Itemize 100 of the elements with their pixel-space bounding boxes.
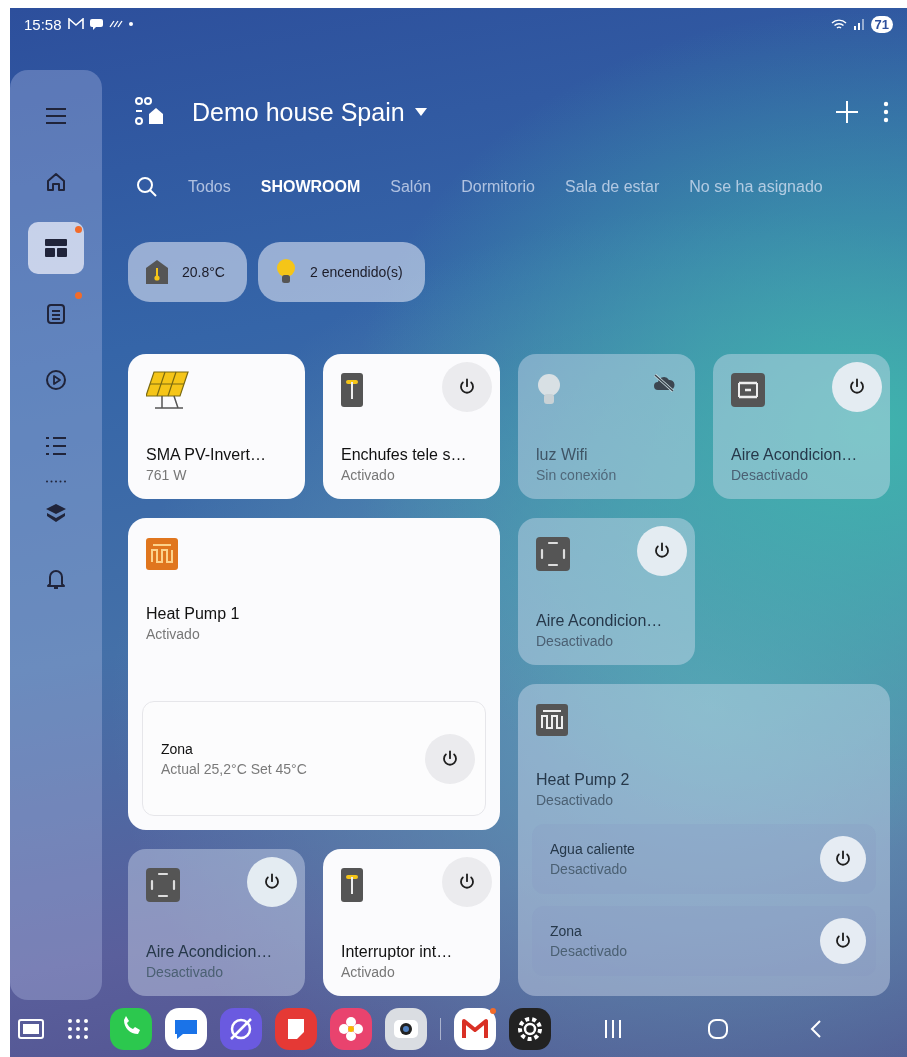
- device-name: Heat Pump 2: [536, 770, 631, 790]
- temperature-chip[interactable]: 20.8°C: [128, 242, 247, 302]
- app-drawer-icon[interactable]: [67, 1017, 89, 1040]
- dot-icon: [128, 22, 133, 26]
- power-button[interactable]: [247, 857, 297, 907]
- power-icon: [457, 872, 477, 892]
- phone-app-icon[interactable]: [110, 1007, 152, 1050]
- browser-app-icon[interactable]: [220, 1007, 262, 1050]
- camera-app-icon[interactable]: [385, 1007, 427, 1050]
- device-name: Aire Acondicion…: [146, 942, 274, 962]
- power-icon: [262, 872, 282, 892]
- back-nav-icon[interactable]: [810, 1018, 822, 1039]
- settings-app-icon[interactable]: [509, 1007, 551, 1050]
- mail-icon: [67, 18, 84, 30]
- power-button[interactable]: [832, 362, 882, 412]
- lights-chip[interactable]: 2 encendido(s): [257, 242, 425, 302]
- wave-icon: [108, 20, 123, 28]
- solar-panel-icon: [146, 370, 190, 410]
- zone-row[interactable]: Zona Desactivado: [532, 906, 876, 976]
- air-conditioner-icon: [536, 537, 570, 571]
- recent-apps-icon[interactable]: [18, 1018, 44, 1039]
- clock-time: 15:58: [24, 15, 62, 33]
- messages-app-icon[interactable]: [165, 1007, 207, 1050]
- device-tile[interactable]: Heat Pump 2 Desactivado Agua caliente Desactivado Zona Desactivado: [518, 684, 890, 996]
- power-button[interactable]: [820, 918, 866, 964]
- document-icon: [46, 303, 66, 325]
- battery-level: 71: [870, 15, 893, 33]
- device-tile[interactable]: Aire Acondicion… Desactivado: [713, 354, 890, 499]
- notes-app-icon[interactable]: [275, 1007, 317, 1050]
- zone-status: Actual 25,2°C Set 45°C: [161, 759, 308, 779]
- more-dots-icon: [45, 480, 67, 483]
- power-button[interactable]: [442, 857, 492, 907]
- home-title[interactable]: Demo house Spain: [192, 97, 405, 127]
- home-icon: [45, 171, 67, 193]
- device-tile[interactable]: Heat Pump 1 Activado Zona Actual 25,2°C Set 45°C: [128, 518, 500, 830]
- room-tab[interactable]: Salón: [390, 178, 432, 196]
- list-icon: [45, 436, 67, 456]
- device-name: Aire Acondicion…: [731, 445, 859, 465]
- bell-icon: [46, 568, 66, 590]
- zone-row[interactable]: Zona Actual 25,2°C Set 45°C: [142, 701, 486, 816]
- air-conditioner-icon: [731, 373, 765, 407]
- device-status: Activado: [341, 466, 396, 485]
- zone-status: Desactivado: [550, 942, 629, 961]
- power-button[interactable]: [637, 526, 687, 576]
- device-name: SMA PV-Invert…: [146, 445, 268, 465]
- device-tile[interactable]: luz Wifi Sin conexión: [518, 354, 695, 499]
- mail-app-icon[interactable]: [454, 1007, 496, 1050]
- room-tab[interactable]: Sala de estar: [564, 178, 660, 196]
- layers-icon: [45, 503, 67, 523]
- chat-icon: [89, 18, 103, 30]
- device-tile[interactable]: SMA PV-Invert… 761 W: [128, 354, 305, 499]
- signal-icon: [852, 18, 865, 30]
- chip-label: 2 encendido(s): [309, 264, 403, 280]
- recents-nav-icon[interactable]: [604, 1018, 622, 1039]
- room-tab[interactable]: Dormitorio: [461, 178, 535, 196]
- search-icon[interactable]: [136, 176, 158, 198]
- power-button[interactable]: [442, 362, 492, 412]
- device-status: Activado: [146, 625, 201, 644]
- dashboard-icon: [45, 239, 67, 257]
- device-status: Activado: [341, 963, 396, 982]
- device-name: Heat Pump 1: [146, 604, 241, 624]
- power-button[interactable]: [425, 733, 475, 784]
- power-icon: [440, 748, 460, 769]
- room-tab[interactable]: SHOWROOM: [260, 178, 361, 196]
- gallery-app-icon[interactable]: [330, 1007, 372, 1050]
- heater-icon: [146, 538, 178, 570]
- device-status: Desactivado: [536, 791, 615, 810]
- device-status: 761 W: [146, 466, 188, 485]
- power-icon: [847, 377, 867, 397]
- heater-icon: [536, 704, 568, 736]
- zone-name: Zona: [550, 922, 583, 941]
- zone-name: Agua caliente: [550, 840, 636, 859]
- device-tile[interactable]: Aire Acondicion… Desactivado: [518, 518, 695, 665]
- power-icon: [833, 931, 853, 951]
- device-tile[interactable]: Interruptor int… Activado: [323, 849, 500, 996]
- chip-label: 20.8°C: [182, 264, 225, 280]
- more-options-icon[interactable]: [883, 101, 889, 123]
- device-tile[interactable]: Aire Acondicion… Desactivado: [128, 849, 305, 996]
- device-status: Sin conexión: [536, 466, 618, 485]
- device-name: Interruptor int…: [341, 942, 454, 962]
- dropdown-caret-icon[interactable]: [414, 108, 427, 116]
- sidebar-item[interactable]: [28, 222, 84, 274]
- room-tab[interactable]: Todos: [188, 178, 231, 196]
- home-scene-icon: [134, 97, 164, 127]
- zone-row[interactable]: Agua caliente Desactivado: [532, 824, 876, 894]
- menu-icon: [45, 107, 67, 125]
- power-icon: [457, 377, 477, 397]
- notification-dot: [490, 1007, 496, 1014]
- add-icon[interactable]: [835, 100, 859, 124]
- power-icon: [652, 541, 672, 561]
- home-nav-icon[interactable]: [707, 1017, 729, 1040]
- device-status: Desactivado: [146, 963, 225, 982]
- power-button[interactable]: [820, 836, 866, 882]
- device-tile[interactable]: Enchufes tele s… Activado: [323, 354, 500, 499]
- device-name: luz Wifi: [536, 445, 589, 465]
- thermometer-icon: [146, 260, 168, 284]
- device-name: Aire Acondicion…: [536, 611, 664, 631]
- zone-name: Zona: [161, 739, 194, 759]
- device-status: Desactivado: [731, 466, 810, 485]
- light-bulb-icon: [275, 259, 296, 285]
